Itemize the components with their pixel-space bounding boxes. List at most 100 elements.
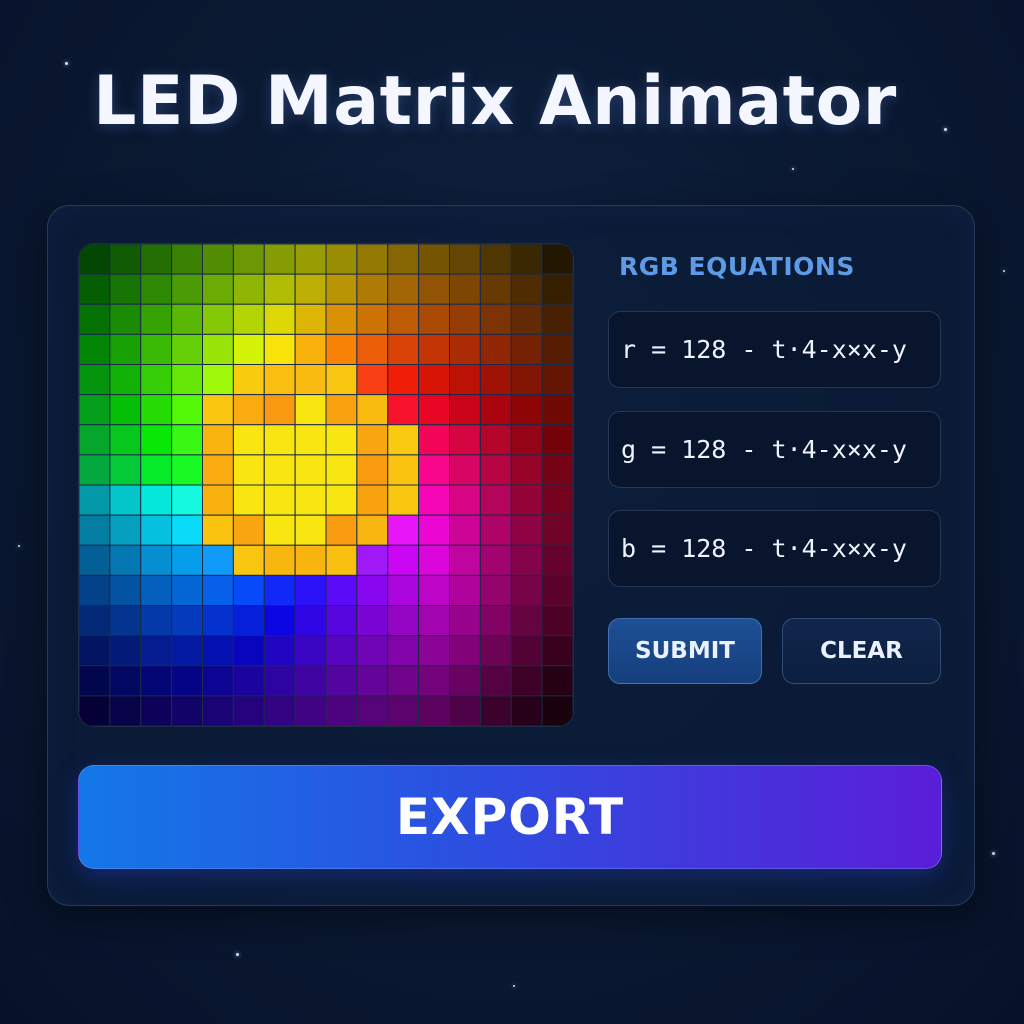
led-cell[interactable]	[325, 574, 358, 607]
led-cell[interactable]	[356, 333, 389, 366]
led-cell[interactable]	[479, 303, 512, 335]
led-cell[interactable]	[325, 394, 358, 426]
led-cell[interactable]	[449, 484, 481, 516]
led-cell[interactable]	[479, 333, 512, 366]
led-cell[interactable]	[79, 424, 111, 456]
led-cell[interactable]	[171, 454, 204, 486]
led-cell[interactable]	[387, 303, 420, 335]
led-cell[interactable]	[510, 244, 543, 275]
led-cell[interactable]	[263, 273, 296, 305]
led-cell[interactable]	[294, 424, 327, 456]
led-cell[interactable]	[449, 333, 481, 366]
led-cell[interactable]	[356, 484, 389, 516]
led-cell[interactable]	[479, 605, 512, 637]
led-cell[interactable]	[202, 484, 234, 516]
led-cell[interactable]	[479, 273, 512, 305]
led-cell[interactable]	[387, 364, 420, 396]
led-cell[interactable]	[510, 665, 543, 697]
led-cell[interactable]	[356, 394, 389, 426]
led-cell[interactable]	[387, 544, 420, 576]
export-button[interactable]: EXPORT	[78, 765, 942, 869]
green-equation-field[interactable]: g = 128 - t·4-x×x-y	[608, 411, 941, 488]
led-cell[interactable]	[140, 424, 173, 456]
led-cell[interactable]	[263, 454, 296, 486]
led-cell[interactable]	[449, 303, 481, 335]
led-cell[interactable]	[541, 333, 573, 366]
led-cell[interactable]	[387, 605, 420, 637]
led-cell[interactable]	[541, 695, 573, 726]
led-cell[interactable]	[449, 695, 481, 726]
led-cell[interactable]	[325, 333, 358, 366]
led-cell[interactable]	[263, 605, 296, 637]
led-cell[interactable]	[387, 333, 420, 366]
led-cell[interactable]	[387, 635, 420, 667]
led-cell[interactable]	[202, 364, 234, 396]
led-cell[interactable]	[202, 635, 234, 667]
led-cell[interactable]	[263, 695, 296, 726]
led-cell[interactable]	[140, 484, 173, 516]
led-cell[interactable]	[510, 424, 543, 456]
led-cell[interactable]	[294, 544, 327, 576]
led-cell[interactable]	[418, 273, 451, 305]
led-cell[interactable]	[356, 605, 389, 637]
led-cell[interactable]	[109, 635, 142, 667]
led-cell[interactable]	[479, 364, 512, 396]
led-cell[interactable]	[449, 394, 481, 426]
led-cell[interactable]	[418, 514, 451, 546]
led-cell[interactable]	[294, 244, 327, 275]
led-cell[interactable]	[202, 273, 234, 305]
red-equation-field[interactable]: r = 128 - t·4-x×x-y	[608, 311, 941, 388]
led-cell[interactable]	[202, 605, 234, 637]
led-cell[interactable]	[510, 484, 543, 516]
led-cell[interactable]	[171, 273, 204, 305]
led-cell[interactable]	[263, 514, 296, 546]
led-cell[interactable]	[449, 514, 481, 546]
led-cell[interactable]	[140, 514, 173, 546]
led-cell[interactable]	[140, 454, 173, 486]
led-cell[interactable]	[109, 303, 142, 335]
led-cell[interactable]	[109, 605, 142, 637]
led-cell[interactable]	[109, 394, 142, 426]
led-cell[interactable]	[140, 273, 173, 305]
led-cell[interactable]	[202, 665, 234, 697]
led-cell[interactable]	[325, 364, 358, 396]
led-cell[interactable]	[356, 574, 389, 607]
led-cell[interactable]	[232, 514, 265, 546]
led-cell[interactable]	[541, 574, 573, 607]
led-cell[interactable]	[325, 665, 358, 697]
led-cell[interactable]	[263, 665, 296, 697]
led-cell[interactable]	[140, 544, 173, 576]
led-cell[interactable]	[294, 364, 327, 396]
led-cell[interactable]	[140, 665, 173, 697]
led-cell[interactable]	[109, 665, 142, 697]
led-cell[interactable]	[356, 665, 389, 697]
led-cell[interactable]	[171, 394, 204, 426]
led-cell[interactable]	[202, 394, 234, 426]
led-cell[interactable]	[479, 244, 512, 275]
led-cell[interactable]	[541, 665, 573, 697]
led-cell[interactable]	[232, 665, 265, 697]
led-cell[interactable]	[418, 333, 451, 366]
led-cell[interactable]	[356, 303, 389, 335]
led-cell[interactable]	[79, 635, 111, 667]
led-cell[interactable]	[387, 484, 420, 516]
led-cell[interactable]	[418, 635, 451, 667]
led-cell[interactable]	[202, 424, 234, 456]
led-cell[interactable]	[541, 424, 573, 456]
led-cell[interactable]	[171, 574, 204, 607]
led-cell[interactable]	[171, 484, 204, 516]
led-cell[interactable]	[171, 695, 204, 726]
led-cell[interactable]	[541, 454, 573, 486]
led-cell[interactable]	[356, 635, 389, 667]
led-cell[interactable]	[232, 333, 265, 366]
led-cell[interactable]	[79, 514, 111, 546]
led-cell[interactable]	[541, 605, 573, 637]
led-cell[interactable]	[171, 665, 204, 697]
led-cell[interactable]	[541, 394, 573, 426]
led-cell[interactable]	[109, 484, 142, 516]
led-cell[interactable]	[449, 273, 481, 305]
led-cell[interactable]	[263, 635, 296, 667]
led-cell[interactable]	[140, 695, 173, 726]
led-cell[interactable]	[171, 303, 204, 335]
led-cell[interactable]	[325, 605, 358, 637]
